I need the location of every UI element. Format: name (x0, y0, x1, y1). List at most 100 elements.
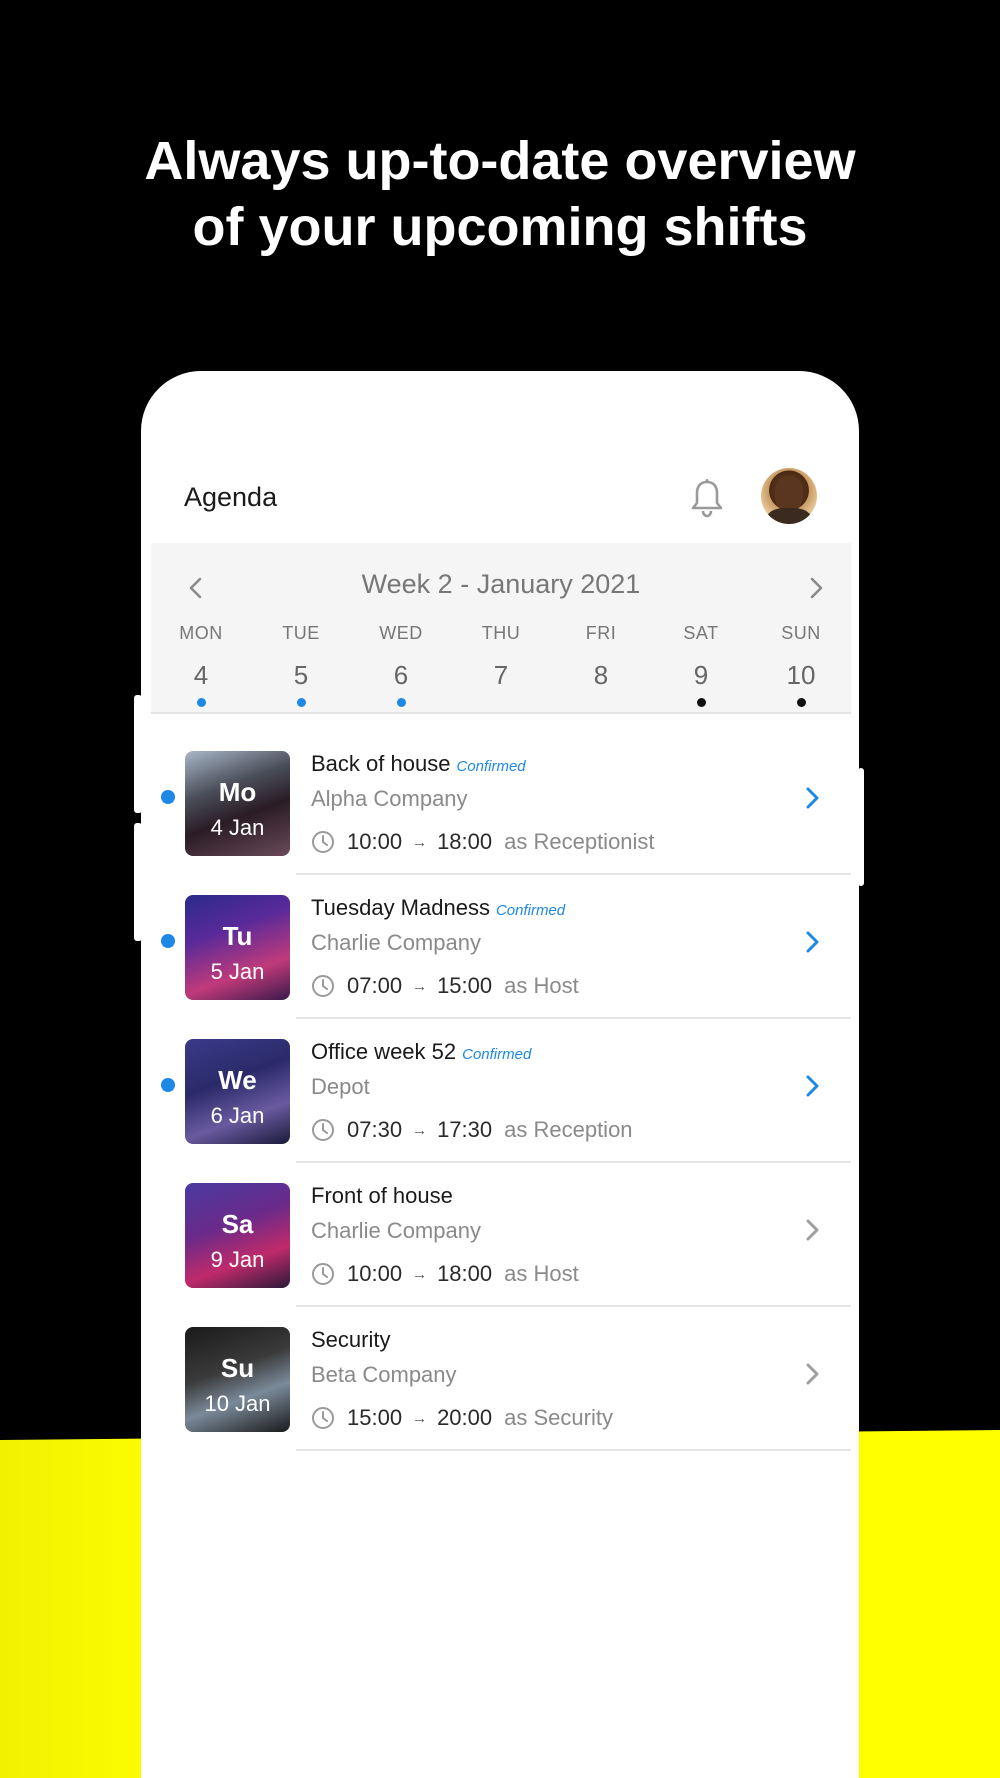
shift-title-line: Security (311, 1327, 390, 1353)
shift-role: as Security (504, 1405, 613, 1430)
shift-role: as Host (504, 973, 579, 998)
week-title: Week 2 - January 2021 (361, 569, 641, 599)
shift-time-row: 15:00 → 20:00 as Security (311, 1405, 613, 1431)
arrow-right-icon: → (412, 977, 428, 995)
start-time: 07:00 (347, 973, 403, 998)
shift-time-row: 07:00 → 15:00 as Host (311, 973, 579, 999)
avatar-face (775, 476, 803, 512)
day-sat[interactable]: SAT 9 (661, 623, 741, 707)
clock-icon (312, 1263, 334, 1285)
status-badge: Confirmed (495, 902, 566, 919)
phone-screen: Agenda Week 2 - January 2021 MON 4 TUE 5 WED… (141, 371, 859, 1778)
shift-title: Front of house (311, 1183, 453, 1208)
shift-title: Security (311, 1327, 391, 1352)
shift-title-line: Office week 52 Confirmed (311, 1039, 531, 1065)
active-shift-marker (161, 934, 175, 948)
thumb-date: 6 Jan (210, 1103, 265, 1128)
day-number: 10 (786, 660, 816, 690)
day-thu[interactable]: THU 7 (461, 623, 541, 707)
clock-icon (312, 975, 334, 997)
shift-title-line: Tuesday Madness Confirmed (311, 895, 565, 921)
thumb-date: 10 Jan (204, 1391, 271, 1416)
company-name: Depot (311, 1074, 370, 1099)
active-shift-marker (161, 790, 175, 804)
shift-row[interactable]: We 6 Jan Office week 52 Confirmed Depot 07:30… (151, 1019, 851, 1163)
day-name: SUN (781, 623, 821, 643)
shift-thumbnail: Sa 9 Jan (185, 1183, 290, 1288)
company-name: Charlie Company (311, 1218, 481, 1243)
start-time: 15:00 (347, 1405, 403, 1430)
avatar[interactable] (761, 468, 817, 524)
start-time: 10:00 (347, 829, 403, 854)
day-shift-dot (497, 698, 506, 707)
thumb-day-abbr: Su (220, 1353, 255, 1383)
shift-thumbnail: Mo 4 Jan (185, 751, 290, 856)
company-name: Alpha Company (311, 786, 468, 811)
shift-time-row: 10:00 → 18:00 as Host (311, 1261, 579, 1287)
day-sun[interactable]: SUN 10 (761, 623, 841, 707)
shift-thumbnail: We 6 Jan (185, 1039, 290, 1144)
shift-role: as Host (504, 1261, 579, 1286)
day-fri[interactable]: FRI 8 (561, 623, 641, 707)
day-number: 9 (693, 660, 709, 690)
chevron-right-icon[interactable] (801, 927, 825, 957)
day-number: 8 (593, 660, 609, 690)
bell-icon[interactable] (689, 478, 725, 518)
app-header: Agenda (141, 466, 859, 526)
shift-row[interactable]: Sa 9 Jan Front of house Charlie Company 10:0… (151, 1163, 851, 1307)
company-name: Beta Company (311, 1362, 457, 1387)
active-shift-marker (161, 1078, 175, 1092)
arrow-right-icon: → (412, 1121, 428, 1139)
arrow-right-icon: → (412, 833, 428, 851)
week-calendar: Week 2 - January 2021 MON 4 TUE 5 WED 6 THU 7 FR… (151, 543, 851, 714)
shift-title-line: Front of house (311, 1183, 453, 1209)
avatar-shirt (767, 508, 811, 524)
start-time: 10:00 (347, 1261, 403, 1286)
shift-role: as Reception (504, 1117, 633, 1142)
day-shift-dot (196, 698, 206, 707)
thumb-date: 9 Jan (210, 1247, 265, 1272)
day-shift-dot (696, 698, 706, 707)
thumb-day-abbr: Tu (222, 921, 253, 951)
chevron-right-icon[interactable] (801, 1071, 825, 1101)
day-name: THU (481, 623, 521, 643)
shift-title: Back of house (311, 751, 451, 776)
chevron-right-icon[interactable] (801, 1215, 825, 1245)
day-name: SAT (683, 623, 719, 643)
shift-role: as Receptionist (504, 829, 655, 854)
end-time: 15:00 (437, 973, 493, 998)
day-number: 7 (493, 660, 509, 690)
clock-icon (312, 1119, 334, 1141)
shift-row[interactable]: Su 10 Jan Security Beta Company 15:00 → 20:00 a… (151, 1307, 851, 1451)
end-time: 18:00 (437, 829, 493, 854)
chevron-right-icon[interactable] (801, 573, 831, 603)
clock-icon (312, 1407, 334, 1429)
row-divider (296, 1449, 851, 1451)
day-shift-dot (597, 698, 606, 707)
shift-thumbnail: Su 10 Jan (185, 1327, 290, 1432)
day-name: MON (179, 623, 223, 643)
day-tue[interactable]: TUE 5 (261, 623, 341, 707)
clock-icon (312, 831, 334, 853)
shift-time-row: 10:00 → 18:00 as Receptionist (311, 829, 655, 855)
headline-line-1: Always up-to-date overview (144, 131, 856, 191)
thumb-day-abbr: Mo (218, 777, 257, 807)
company-name: Charlie Company (311, 930, 481, 955)
headline-line-2: of your upcoming shifts (192, 197, 808, 257)
day-number: 4 (193, 660, 209, 690)
chevron-right-icon[interactable] (801, 1359, 825, 1389)
day-name: WED (379, 623, 423, 643)
chevron-right-icon[interactable] (801, 783, 825, 813)
shift-title: Tuesday Madness (311, 895, 490, 920)
day-shift-dot (296, 698, 306, 707)
day-wed[interactable]: WED 6 (361, 623, 441, 707)
shift-row[interactable]: Mo 4 Jan Back of house Confirmed Alpha Compa… (151, 731, 851, 875)
shift-thumbnail: Tu 5 Jan (185, 895, 290, 1000)
thumb-date: 4 Jan (210, 815, 265, 840)
promo-headline: Always up-to-date overview of your upcom… (0, 128, 1000, 260)
day-shift-dot (396, 698, 406, 707)
end-time: 18:00 (437, 1261, 493, 1286)
day-mon[interactable]: MON 4 (161, 623, 241, 707)
shift-row[interactable]: Tu 5 Jan Tuesday Madness Confirmed Charlie C… (151, 875, 851, 1019)
day-number: 6 (393, 660, 409, 690)
